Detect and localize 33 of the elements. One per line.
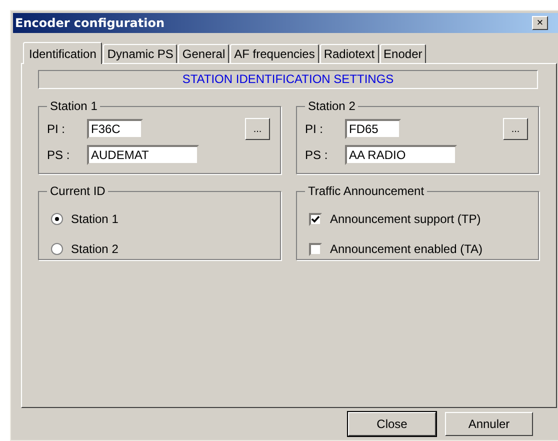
field-label: PS : bbox=[305, 148, 329, 162]
checkbox[interactable] bbox=[309, 212, 322, 226]
field-label: PI : bbox=[47, 122, 66, 136]
group-title: Current ID bbox=[49, 184, 106, 198]
option-label: Announcement enabled (TA) bbox=[330, 242, 483, 256]
input-field[interactable]: AUDEMAT bbox=[87, 145, 199, 165]
tab[interactable]: Enoder bbox=[380, 44, 426, 63]
browse-button[interactable]: ... bbox=[245, 118, 270, 140]
close-button[interactable]: × bbox=[532, 16, 548, 30]
tab[interactable]: Radiotext bbox=[320, 44, 379, 63]
radio-button[interactable] bbox=[51, 243, 63, 255]
window-title: Encoder configuration bbox=[15, 16, 165, 30]
field-label: PS : bbox=[47, 148, 71, 162]
radio-button[interactable] bbox=[51, 213, 63, 225]
group-title: Traffic Announcement bbox=[307, 184, 426, 198]
option-label: Station 1 bbox=[71, 212, 118, 226]
input-field[interactable]: AA RADIO bbox=[345, 145, 457, 165]
field-label: PI : bbox=[305, 122, 324, 136]
option-label: Announcement support (TP) bbox=[330, 212, 481, 226]
dialog-button[interactable]: Close bbox=[348, 412, 436, 436]
checkbox[interactable] bbox=[309, 242, 322, 256]
input-field[interactable]: FD65 bbox=[345, 119, 401, 139]
browse-button[interactable]: ... bbox=[503, 118, 528, 140]
tab[interactable]: AF frequencies bbox=[230, 44, 319, 63]
input-field[interactable]: F36C bbox=[87, 119, 143, 139]
group-title: Station 1 bbox=[49, 99, 98, 113]
tab[interactable]: General bbox=[178, 44, 230, 63]
section-header: STATION IDENTIFICATION SETTINGS bbox=[38, 70, 538, 89]
option-label: Station 2 bbox=[71, 242, 118, 256]
group-title: Station 2 bbox=[307, 99, 356, 113]
dialog-button[interactable]: Annuler bbox=[445, 412, 533, 436]
tab[interactable]: Identification bbox=[23, 42, 102, 64]
tab[interactable]: Dynamic PS bbox=[103, 44, 178, 63]
